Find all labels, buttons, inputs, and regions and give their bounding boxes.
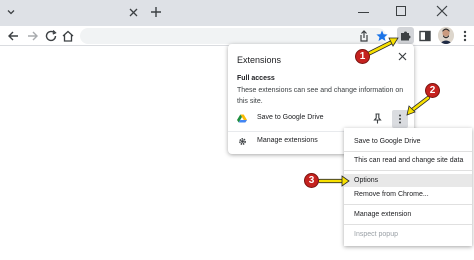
gear-icon xyxy=(239,138,246,145)
pin-icon[interactable] xyxy=(373,113,382,124)
star-icon[interactable] xyxy=(375,29,389,43)
google-drive-icon xyxy=(237,114,247,123)
menu-item-remove[interactable]: Remove from Chrome... xyxy=(344,188,472,201)
menu-item-site-access[interactable]: This can read and change site data xyxy=(344,154,472,167)
close-icon[interactable] xyxy=(398,52,407,61)
menu-item-manage-extension[interactable]: Manage extension xyxy=(344,208,472,221)
menu-item-options[interactable]: Options xyxy=(344,174,472,187)
section-heading: Full access xyxy=(237,75,275,82)
extensions-button[interactable] xyxy=(397,27,414,44)
step-marker-1: 1 xyxy=(355,49,370,64)
forward-arrow-icon[interactable] xyxy=(26,29,40,43)
section-description: These extensions can see and change info… xyxy=(237,87,404,105)
redacted-url xyxy=(89,30,149,41)
menu-divider xyxy=(344,170,472,171)
step-marker-3: 3 xyxy=(304,173,319,188)
menu-item-inspect-popup: Inspect popup xyxy=(354,231,398,238)
back-arrow-icon[interactable] xyxy=(6,29,20,43)
window-close-button[interactable] xyxy=(436,5,448,17)
reload-icon[interactable] xyxy=(44,29,58,43)
manage-extensions-label: Manage extensions xyxy=(257,137,318,144)
menu-divider xyxy=(344,204,472,205)
extension-row[interactable]: Save to Google Drive xyxy=(228,110,414,128)
side-panel-icon[interactable] xyxy=(418,29,432,43)
home-icon[interactable] xyxy=(61,29,75,43)
close-icon[interactable] xyxy=(128,7,139,18)
minimize-button[interactable] xyxy=(358,12,369,13)
menu-divider xyxy=(344,151,472,152)
address-bar[interactable] xyxy=(80,28,386,44)
menu-item-save-to-drive[interactable]: Save to Google Drive xyxy=(344,135,472,148)
chevron-down-icon[interactable] xyxy=(6,7,16,17)
tab-strip xyxy=(0,0,474,26)
puzzle-icon xyxy=(401,31,411,41)
popup-title: Extensions xyxy=(237,55,282,65)
extension-name: Save to Google Drive xyxy=(257,114,324,121)
maximize-button[interactable] xyxy=(396,6,406,16)
kebab-menu-icon[interactable] xyxy=(458,29,472,43)
browser-toolbar xyxy=(0,26,474,46)
kebab-menu-icon xyxy=(399,114,401,124)
menu-divider xyxy=(344,224,472,225)
share-icon[interactable] xyxy=(357,29,371,43)
extension-more-button[interactable] xyxy=(392,110,408,128)
avatar[interactable] xyxy=(438,27,454,44)
extension-context-menu: Save to Google Drive This can read and c… xyxy=(344,128,472,246)
profile-picture xyxy=(438,27,454,44)
step-marker-2: 2 xyxy=(425,83,440,98)
plus-icon[interactable] xyxy=(149,5,163,19)
